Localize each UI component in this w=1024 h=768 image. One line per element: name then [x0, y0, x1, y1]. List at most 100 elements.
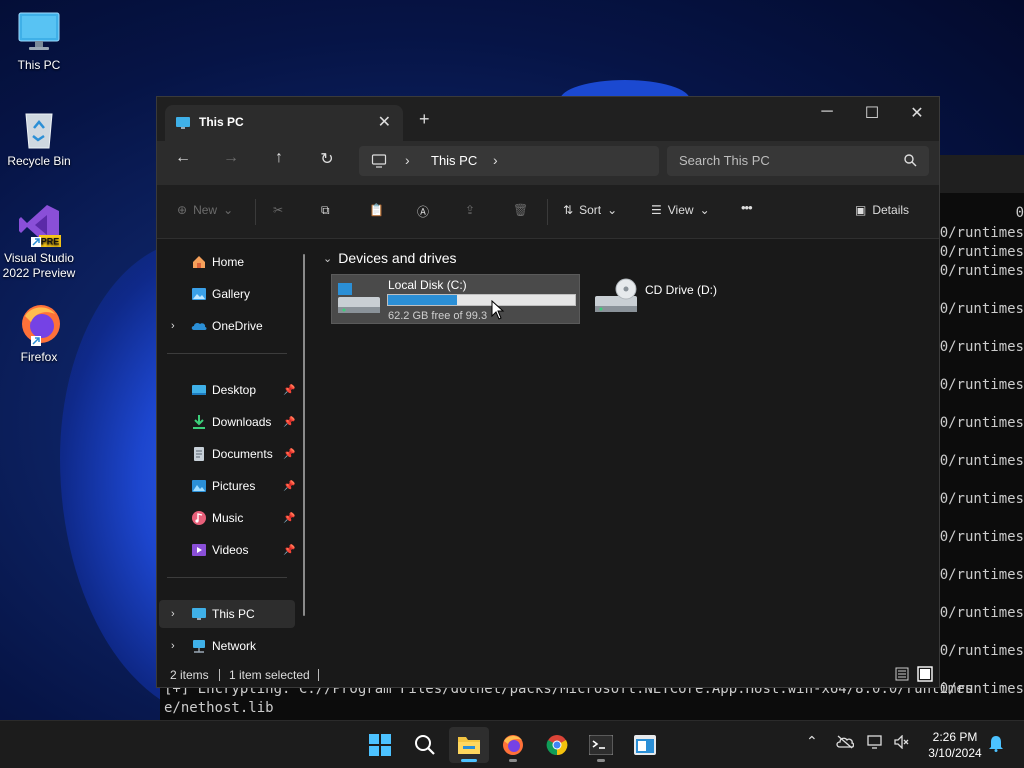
speaker-muted-icon[interactable] — [894, 734, 910, 752]
close-window-icon[interactable]: ✕ — [902, 103, 932, 127]
details-button[interactable]: ▣ Details — [855, 203, 909, 217]
terminal-line: 0/runtimes — [939, 263, 1024, 279]
clock-time: 2:26 PM — [932, 730, 978, 744]
rename-button[interactable]: Ⓐ — [417, 203, 429, 220]
sort-button[interactable]: ⇅ Sort ⌄ — [563, 203, 617, 217]
group-header[interactable]: ⌄ Devices and drives — [323, 250, 457, 266]
clipboard-icon: 📋 — [369, 203, 384, 217]
command-separator — [255, 199, 256, 225]
drive-tile-d[interactable]: CD Drive (D:) — [589, 274, 749, 324]
taskbar-chrome[interactable] — [537, 727, 577, 763]
refresh-icon[interactable]: ↻ — [315, 149, 339, 169]
file-explorer-window[interactable]: This PC ✕ + ─ ☐ ✕ ← → ↑ ↻ › This PC › ⊕ — [156, 96, 940, 688]
more-options-button[interactable]: ••• — [741, 200, 753, 215]
new-button-label: New — [193, 203, 218, 217]
desktop-icon-label: This PC — [17, 58, 61, 72]
breadcrumb-chevron-icon[interactable]: › — [405, 152, 410, 168]
sidebar-item-videos[interactable]: Videos 📌 — [159, 536, 295, 564]
explorer-tab[interactable]: This PC ✕ — [165, 105, 403, 141]
pictures-icon — [191, 478, 207, 494]
sidebar-item-pictures[interactable]: Pictures 📌 — [159, 472, 295, 500]
taskbar-terminal[interactable] — [581, 727, 621, 763]
window-app-icon — [634, 735, 656, 758]
pin-icon[interactable]: 📌 — [283, 385, 295, 396]
terminal-line: 0/runtimes — [939, 244, 1024, 260]
search-icon — [414, 734, 436, 759]
cloud-icon — [191, 318, 207, 334]
search-icon[interactable] — [904, 154, 917, 170]
gallery-icon — [191, 286, 207, 302]
onedrive-offline-icon[interactable] — [836, 735, 855, 752]
chevron-down-icon: ⌄ — [223, 203, 234, 217]
close-tab-icon[interactable]: ✕ — [378, 112, 391, 132]
start-button[interactable] — [360, 727, 400, 763]
new-button[interactable]: ⊕ New ⌄ — [177, 203, 233, 217]
address-bar[interactable]: › This PC › — [359, 146, 659, 176]
desktop-icon-recycle-bin[interactable]: Recycle Bin — [0, 106, 78, 169]
pin-icon[interactable]: 📌 — [283, 449, 295, 460]
maximize-icon[interactable]: ☐ — [857, 103, 887, 127]
view-button[interactable]: ☰ View ⌄ — [651, 203, 710, 217]
sidebar-item-label: Network — [212, 639, 257, 653]
chevron-down-icon[interactable]: ⌄ — [323, 252, 332, 265]
cd-drive-icon — [593, 276, 639, 321]
sidebar-item-this-pc[interactable]: › This PC — [159, 600, 295, 628]
drive-tile-c[interactable]: Local Disk (C:) 62.2 GB free of 99.3 — [331, 274, 580, 324]
sidebar-item-documents[interactable]: Documents 📌 — [159, 440, 295, 468]
pin-icon[interactable]: 📌 — [283, 513, 295, 524]
sidebar-item-home[interactable]: Home — [159, 248, 295, 276]
document-icon — [191, 446, 207, 462]
breadcrumb-chevron-icon[interactable]: › — [493, 152, 498, 168]
desktop-icon-visual-studio[interactable]: PRE Visual Studio 2022 Preview — [0, 203, 78, 281]
sidebar-item-music[interactable]: Music 📌 — [159, 504, 295, 532]
chevron-right-icon[interactable]: › — [171, 640, 175, 652]
sidebar-item-onedrive[interactable]: › OneDrive — [159, 312, 295, 340]
navigation-pane: Home Gallery › OneDrive Desktop 📌 Downlo… — [157, 240, 315, 663]
share-button[interactable]: ⇪ — [465, 203, 475, 217]
details-view-icon[interactable] — [895, 667, 909, 684]
terminal-line: 0/runtimes — [939, 415, 1024, 431]
system-clock[interactable]: 2:26 PM 3/10/2024 — [920, 729, 990, 761]
pin-icon[interactable]: 📌 — [283, 545, 295, 556]
chevron-up-icon[interactable]: ⌃ — [806, 733, 818, 750]
notification-bell-icon[interactable] — [988, 734, 1004, 755]
copy-button[interactable]: ⧉ — [321, 203, 330, 218]
active-indicator — [461, 759, 477, 762]
desktop-icon-firefox[interactable]: Firefox — [0, 302, 78, 365]
status-separator — [219, 669, 220, 681]
sidebar-item-label: Downloads — [212, 415, 272, 429]
sidebar-item-downloads[interactable]: Downloads 📌 — [159, 408, 295, 436]
pin-icon[interactable]: 📌 — [283, 481, 295, 492]
sidebar-item-network[interactable]: › Network — [159, 632, 295, 660]
delete-button[interactable]: 🗑 — [513, 203, 528, 217]
pin-icon[interactable]: 📌 — [283, 417, 295, 428]
taskbar-firefox[interactable] — [493, 727, 533, 763]
view-label: View — [667, 203, 694, 217]
forward-arrow-icon[interactable]: → — [219, 149, 243, 167]
sidebar-scrollbar[interactable] — [303, 254, 305, 616]
terminal-line: 0/runtimes — [939, 605, 1024, 621]
search-input[interactable] — [679, 153, 889, 168]
taskbar-file-explorer[interactable] — [449, 727, 489, 763]
search-taskbar-button[interactable] — [404, 727, 444, 763]
new-tab-icon[interactable]: + — [419, 109, 430, 130]
sidebar-item-desktop[interactable]: Desktop 📌 — [159, 376, 295, 404]
network-status-icon[interactable] — [867, 735, 885, 752]
search-box[interactable] — [667, 146, 929, 176]
sidebar-item-gallery[interactable]: Gallery — [159, 280, 295, 308]
taskbar-app[interactable] — [625, 727, 665, 763]
breadcrumb-this-pc[interactable]: This PC — [431, 153, 477, 168]
music-icon — [191, 510, 207, 526]
tiles-view-icon[interactable] — [917, 666, 933, 685]
content-pane[interactable]: ⌄ Devices and drives Local Disk (C:) 62.… — [317, 240, 939, 663]
explorer-titlebar[interactable]: This PC ✕ + ─ ☐ ✕ — [157, 97, 939, 141]
back-arrow-icon[interactable]: ← — [171, 149, 195, 167]
minimize-icon[interactable]: ─ — [812, 103, 842, 127]
desktop-icon-this-pc[interactable]: This PC — [0, 10, 78, 73]
cut-button[interactable]: ✂ — [273, 203, 283, 217]
paste-button[interactable]: 📋 — [369, 203, 384, 217]
chevron-right-icon[interactable]: › — [171, 608, 175, 620]
up-arrow-icon[interactable]: ↑ — [267, 149, 291, 167]
monitor-icon — [175, 115, 191, 134]
chevron-right-icon[interactable]: › — [171, 320, 175, 332]
